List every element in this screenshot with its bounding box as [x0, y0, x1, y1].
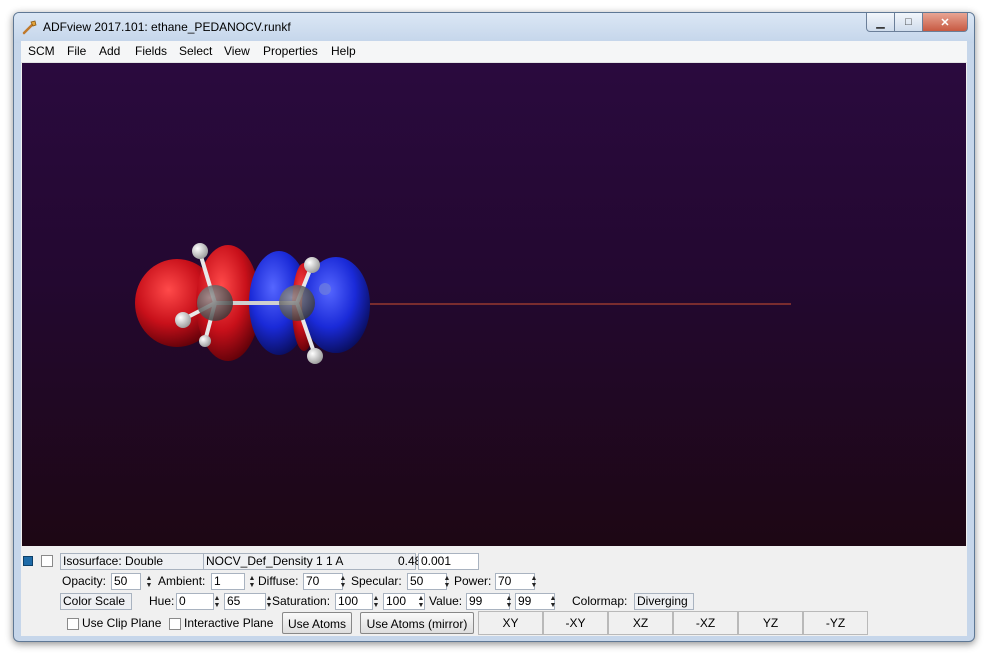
spin-up-icon: ▲: [530, 574, 538, 582]
field-name[interactable]: NOCV_Def_Density 1 1 A: [203, 553, 416, 570]
menu-help[interactable]: Help: [331, 44, 356, 58]
spin-up-icon: ▲: [145, 574, 153, 582]
maximize-icon: □: [905, 16, 912, 28]
view-neg-xz-button[interactable]: -XZ: [673, 611, 738, 635]
ambient-label: Ambient:: [158, 574, 206, 588]
isosurface-type[interactable]: Isosurface: Double: [60, 553, 204, 570]
colormap-select[interactable]: Diverging: [634, 593, 694, 610]
opacity-input[interactable]: 50: [111, 573, 141, 590]
colormap-label: Colormap:: [572, 594, 628, 608]
hue-min-input[interactable]: 0: [176, 593, 214, 610]
use-clip-plane-checkbox[interactable]: [67, 618, 79, 630]
spin-down-icon: ▼: [145, 581, 153, 589]
hydrogen-atom-5: [307, 348, 323, 364]
hydrogen-atom-4: [304, 257, 320, 273]
menu-properties[interactable]: Properties: [263, 44, 318, 58]
menu-select[interactable]: Select: [179, 44, 212, 58]
use-atoms-button[interactable]: Use Atoms: [282, 612, 352, 634]
menu-bar: SCM File Add Fields Select View Properti…: [21, 41, 967, 63]
field-value-partial: 0.48: [398, 554, 418, 568]
saturation-label: Saturation:: [272, 594, 331, 608]
interactive-plane-label[interactable]: Interactive Plane: [184, 616, 273, 631]
power-label: Power:: [454, 574, 492, 588]
isosurface-panel: Isosurface: Double NOCV_Def_Density 1 1 …: [21, 547, 967, 636]
value-label: Value:: [429, 594, 463, 608]
spin-down-icon: ▼: [549, 601, 557, 609]
close-button[interactable]: ✕: [923, 13, 968, 32]
hydrogen-atom-1: [192, 243, 208, 259]
spin-down-icon: ▼: [443, 581, 451, 589]
window-title: ADFview 2017.101: ethane_PEDANOCV.runkf: [43, 20, 291, 34]
spin-up-icon: ▲: [443, 574, 451, 582]
view-yz-button[interactable]: YZ: [738, 611, 803, 635]
spin-down-icon: ▼: [530, 581, 538, 589]
visibility-checkbox[interactable]: [41, 555, 53, 567]
spin-down-icon: ▼: [213, 601, 221, 609]
spin-down-icon: ▼: [248, 581, 256, 589]
hue-max-input[interactable]: 65: [224, 593, 266, 610]
hydrogen-atom-3: [199, 335, 211, 347]
spin-down-icon: ▼: [505, 601, 513, 609]
adfview-app-icon: [22, 20, 37, 35]
molecule-scene: [135, 243, 791, 364]
spin-up-icon: ▲: [248, 574, 256, 582]
use-atoms-mirror-button[interactable]: Use Atoms (mirror): [360, 612, 474, 634]
opacity-spinner[interactable]: ▲ ▼: [144, 573, 154, 590]
app-window: ADFview 2017.101: ethane_PEDANOCV.runkf …: [13, 12, 975, 642]
view-neg-yz-button[interactable]: -YZ: [803, 611, 868, 635]
interactive-plane-checkbox[interactable]: [169, 618, 181, 630]
carbon-atom-1: [197, 285, 233, 321]
spin-down-icon: ▼: [339, 581, 347, 589]
view-neg-xy-button[interactable]: -XY: [543, 611, 608, 635]
use-clip-plane-label[interactable]: Use Clip Plane: [82, 616, 161, 631]
hue-min-spinner[interactable]: ▲ ▼: [212, 593, 222, 610]
view-xy-button[interactable]: XY: [478, 611, 543, 635]
value-min-spinner[interactable]: ▲ ▼: [504, 593, 514, 610]
specular-label: Specular:: [351, 574, 402, 588]
minimize-button[interactable]: ▁: [866, 13, 895, 32]
spin-down-icon: ▼: [372, 601, 380, 609]
menu-fields[interactable]: Fields: [135, 44, 167, 58]
3d-viewport[interactable]: [22, 63, 966, 546]
diffuse-input[interactable]: 70: [303, 573, 343, 590]
diffuse-label: Diffuse:: [258, 574, 299, 588]
maximize-button[interactable]: □: [895, 13, 923, 32]
title-bar[interactable]: ADFview 2017.101: ethane_PEDANOCV.runkf …: [14, 13, 974, 43]
hue-label: Hue:: [149, 594, 175, 608]
power-spinner[interactable]: ▲ ▼: [529, 573, 539, 590]
color-scale-select[interactable]: Color Scale: [60, 593, 132, 610]
opacity-label: Opacity:: [62, 574, 107, 588]
specular-input[interactable]: 50: [407, 573, 447, 590]
spin-up-icon: ▲: [417, 594, 425, 602]
saturation-max-spinner[interactable]: ▲ ▼: [416, 593, 426, 610]
diffuse-spinner[interactable]: ▲ ▼: [338, 573, 348, 590]
color-swatch[interactable]: [23, 556, 33, 566]
spin-up-icon: ▲: [339, 574, 347, 582]
close-icon: ✕: [940, 16, 950, 29]
carbon-atom-2: [279, 285, 315, 321]
spin-up-icon: ▲: [505, 594, 513, 602]
saturation-min-spinner[interactable]: ▲ ▼: [371, 593, 381, 610]
hydrogen-atom-2: [175, 312, 191, 328]
spin-up-icon: ▲: [213, 594, 221, 602]
menu-add[interactable]: Add: [99, 44, 120, 58]
minimize-icon: ▁: [876, 16, 885, 29]
spin-up-icon: ▲: [372, 594, 380, 602]
specular-spinner[interactable]: ▲ ▼: [442, 573, 452, 590]
menu-file[interactable]: File: [67, 44, 86, 58]
saturation-min-input[interactable]: 100: [335, 593, 373, 610]
menu-view[interactable]: View: [224, 44, 250, 58]
spin-down-icon: ▼: [417, 601, 425, 609]
ambient-input[interactable]: 1: [211, 573, 245, 590]
spin-up-icon: ▲: [549, 594, 557, 602]
view-xz-button[interactable]: XZ: [608, 611, 673, 635]
ambient-spinner[interactable]: ▲ ▼: [247, 573, 257, 590]
hydrogen-atom-6: [319, 283, 331, 295]
value-max-spinner[interactable]: ▲ ▼: [548, 593, 558, 610]
menu-scm[interactable]: SCM: [28, 44, 55, 58]
client-area: SCM File Add Fields Select View Properti…: [21, 41, 967, 636]
iso-value-input[interactable]: 0.001: [418, 553, 479, 570]
